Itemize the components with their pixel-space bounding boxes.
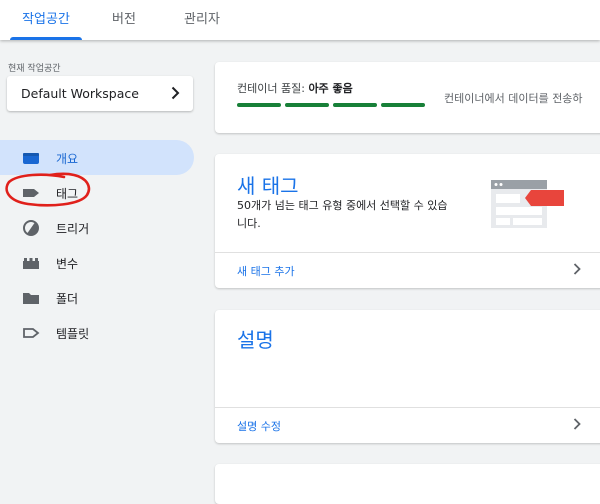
tag-illustration-icon <box>491 180 564 228</box>
sidebar-item-label: 변수 <box>56 257 79 271</box>
sidebar-item-folders[interactable]: 폴더 <box>0 280 194 315</box>
overview-icon <box>23 153 39 164</box>
tab-workspace-label: 작업공간 <box>22 12 70 27</box>
sidebar-item-label: 템플릿 <box>56 327 90 341</box>
current-workspace-label: 현재 작업공간 <box>8 64 61 74</box>
next-card <box>215 464 600 504</box>
tag-icon <box>23 189 39 197</box>
description-title: 설명 <box>237 328 274 352</box>
new-tag-description: 50개가 넘는 태그 유형 중에서 선택할 수 있습니다. <box>237 199 448 230</box>
quality-segment <box>237 103 281 107</box>
template-icon <box>23 328 40 338</box>
trigger-icon <box>23 220 39 236</box>
tab-versions[interactable]: 버전 <box>96 0 152 40</box>
chevron-right-icon <box>171 86 180 100</box>
description-card: 설명 설명 수정 <box>215 310 600 443</box>
folder-icon <box>23 293 39 304</box>
sidebar-item-label: 트리거 <box>56 222 90 236</box>
top-tab-bar: 작업공간 버전 관리자 <box>0 0 600 40</box>
new-tag-title[interactable]: 새 태그 <box>237 170 299 199</box>
sidebar-item-label: 폴더 <box>56 292 79 306</box>
tab-workspace[interactable]: 작업공간 <box>10 0 82 40</box>
sidebar-item-overview[interactable]: 개요 <box>0 140 194 175</box>
chevron-right-icon[interactable] <box>571 262 583 276</box>
card-divider <box>215 252 600 253</box>
card-divider <box>215 407 600 408</box>
quality-segment <box>381 103 425 107</box>
quality-segment <box>333 103 377 107</box>
sidebar-item-label: 태그 <box>56 187 79 201</box>
tab-admin[interactable]: 관리자 <box>170 0 234 40</box>
sidebar-item-label: 개요 <box>56 152 79 166</box>
edit-description-link[interactable]: 설명 수정 <box>237 418 281 434</box>
add-new-tag-link[interactable]: 새 태그 추가 <box>237 263 295 279</box>
workspace-name: Default Workspace <box>21 86 139 101</box>
quality-segment <box>285 103 329 107</box>
sidebar-item-templates[interactable]: 템플릿 <box>0 315 194 350</box>
chevron-right-icon[interactable] <box>571 417 583 431</box>
tab-admin-label: 관리자 <box>184 12 220 27</box>
variables-icon <box>23 258 39 269</box>
tab-versions-label: 버전 <box>112 12 136 27</box>
workspace-selector[interactable]: Default Workspace <box>7 76 193 111</box>
sidebar-item-triggers[interactable]: 트리거 <box>0 210 194 245</box>
new-tag-card: 새 태그 50개가 넘는 태그 유형 중에서 선택할 수 있습니다. 새 태그 … <box>215 154 600 288</box>
sidebar-item-variables[interactable]: 변수 <box>0 245 194 280</box>
container-quality-label: 컨테이너 품질: 아주 좋음 <box>237 80 353 96</box>
active-tab-indicator <box>10 37 82 40</box>
sidebar-item-tags[interactable]: 태그 <box>0 175 194 210</box>
quality-label-text: 컨테이너 품질: <box>237 82 305 95</box>
quality-note: 컨테이너에서 데이터를 전송하 <box>444 92 583 105</box>
container-quality-card: 컨테이너 품질: 아주 좋음 컨테이너에서 데이터를 전송하 <box>215 62 600 133</box>
quality-value: 아주 좋음 <box>308 82 353 95</box>
